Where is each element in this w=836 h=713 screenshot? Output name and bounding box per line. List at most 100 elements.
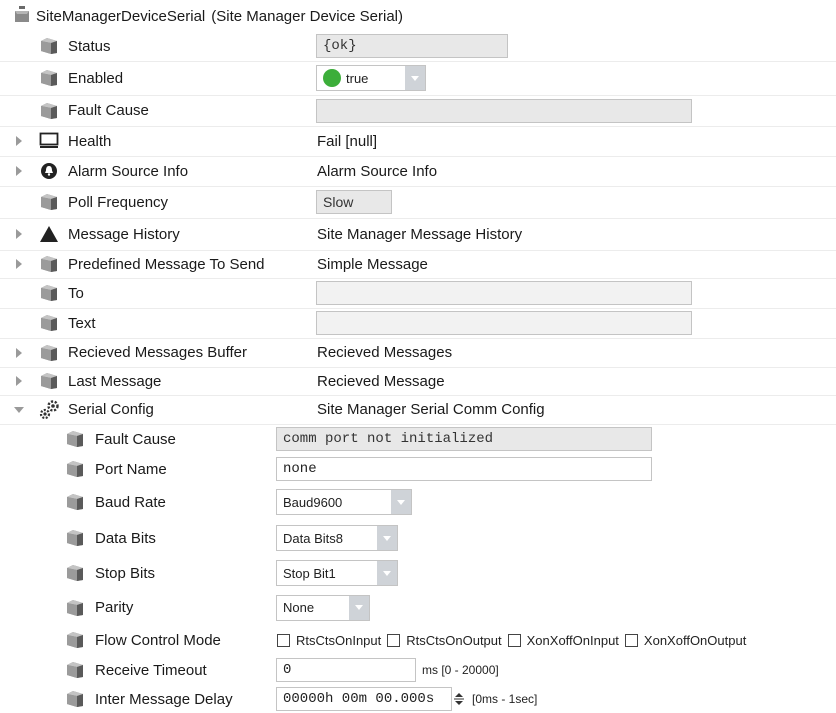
property-row-last-message: Last Message Recieved Message xyxy=(0,367,836,396)
slot-cube-icon xyxy=(64,598,86,618)
device-icon xyxy=(14,5,30,27)
slot-cube-icon xyxy=(64,630,86,650)
poll-frequency-label: Poll Frequency xyxy=(68,193,169,211)
serial-config-label: Serial Config xyxy=(68,401,154,418)
status-label: Status xyxy=(68,37,111,55)
collapse-arrow-icon[interactable] xyxy=(14,404,24,416)
chevron-down-icon[interactable] xyxy=(405,66,425,90)
property-row-alarm-source-info: Alarm Source Info Alarm Source Info xyxy=(0,156,836,187)
status-value: {ok} xyxy=(316,34,508,58)
rtscts-on-output-checkbox[interactable] xyxy=(387,633,401,647)
enabled-select[interactable]: true xyxy=(316,65,426,91)
slot-cube-icon xyxy=(38,254,60,274)
inter-message-delay-label: Inter Message Delay xyxy=(95,690,233,708)
serial-config-value: Site Manager Serial Comm Config xyxy=(317,401,545,418)
chevron-down-icon[interactable] xyxy=(377,561,397,585)
receive-timeout-input[interactable]: 0 xyxy=(276,658,416,682)
inter-message-delay-input[interactable]: 00000h 00m 00.000s xyxy=(276,687,452,711)
health-label: Health xyxy=(68,132,112,150)
flow-control-checkboxes: RtsCtsOnInput RtsCtsOnOutput XonXoffOnIn… xyxy=(277,633,752,648)
receive-timeout-range: ms [0 - 20000] xyxy=(422,663,499,677)
baud-rate-select[interactable]: Baud9600 xyxy=(276,489,412,515)
data-bits-label: Data Bits xyxy=(95,529,156,547)
inter-message-delay-range: [0ms - 1sec] xyxy=(472,692,538,706)
status-dot-icon xyxy=(323,69,341,87)
serial-row-baud-rate: Baud Rate Baud9600 xyxy=(0,484,836,520)
property-row-enabled: Enabled true xyxy=(0,61,836,96)
text-label: Text xyxy=(68,314,96,332)
chevron-down-icon[interactable] xyxy=(391,490,411,514)
property-row-message-history: Message History Site Manager Message His… xyxy=(0,218,836,251)
slot-cube-icon xyxy=(38,36,60,56)
rtscts-on-input-checkbox[interactable] xyxy=(277,633,290,647)
fault-cause-value xyxy=(316,98,692,123)
property-row-serial-config: Serial Config Site Manager Serial Comm C… xyxy=(0,395,836,425)
gears-icon xyxy=(38,399,60,420)
xonxoff-on-input-label: XonXoffOnInput xyxy=(526,632,619,648)
poll-frequency-value: Slow xyxy=(316,190,392,214)
slot-cube-icon xyxy=(64,660,86,680)
property-row-poll-frequency: Poll Frequency Slow xyxy=(0,186,836,219)
monitor-icon xyxy=(38,131,60,151)
serial-row-port-name: Port Name none xyxy=(0,454,836,484)
health-value: Fail [null] xyxy=(317,132,378,150)
port-name-input[interactable]: none xyxy=(276,457,652,481)
port-name-label: Port Name xyxy=(95,460,167,478)
serial-fault-cause-value: comm port not initialized xyxy=(276,427,652,451)
property-row-text: Text xyxy=(0,308,836,339)
spinner-icon[interactable] xyxy=(453,691,465,707)
slot-cube-icon xyxy=(64,563,86,583)
chevron-down-icon[interactable] xyxy=(377,526,397,550)
slot-cube-icon xyxy=(38,101,60,121)
slot-cube-icon xyxy=(64,528,86,548)
text-input[interactable] xyxy=(316,311,692,335)
to-label: To xyxy=(68,284,84,302)
alarm-source-info-value: Alarm Source Info xyxy=(317,162,438,180)
xonxoff-on-output-checkbox[interactable] xyxy=(624,633,638,647)
expand-arrow-icon[interactable] xyxy=(14,165,24,177)
serial-row-stop-bits: Stop Bits Stop Bit1 xyxy=(0,556,836,590)
fault-cause-label: Fault Cause xyxy=(68,102,149,119)
received-buffer-value: Recieved Messages xyxy=(317,344,453,361)
expand-arrow-icon[interactable] xyxy=(14,347,24,359)
serial-row-flow-control: Flow Control Mode RtsCtsOnInput RtsCtsOn… xyxy=(0,625,836,655)
slot-cube-icon xyxy=(64,429,86,449)
slot-cube-icon xyxy=(64,492,86,512)
slot-cube-icon xyxy=(38,283,60,303)
parity-select[interactable]: None xyxy=(276,594,370,621)
rtscts-on-output-label: RtsCtsOnOutput xyxy=(406,632,502,648)
message-history-label: Message History xyxy=(68,225,180,243)
property-row-health: Health Fail [null] xyxy=(0,126,836,157)
to-input[interactable] xyxy=(316,281,692,305)
xonxoff-on-output-label: XonXoffOnOutput xyxy=(643,632,747,648)
rtscts-on-input-label: RtsCtsOnInput xyxy=(296,632,382,648)
last-message-label: Last Message xyxy=(68,372,162,390)
property-row-received-buffer: Recieved Messages Buffer Recieved Messag… xyxy=(0,338,836,368)
expand-arrow-icon[interactable] xyxy=(14,228,24,240)
last-message-value: Recieved Message xyxy=(317,372,445,390)
baud-rate-label: Baud Rate xyxy=(95,493,166,511)
slot-cube-icon xyxy=(38,343,60,363)
message-history-value: Site Manager Message History xyxy=(317,225,523,243)
chevron-down-icon[interactable] xyxy=(349,595,369,620)
expand-arrow-icon[interactable] xyxy=(14,258,24,270)
warning-triangle-icon xyxy=(38,224,60,244)
slot-cube-icon xyxy=(64,689,86,709)
expand-arrow-icon[interactable] xyxy=(14,375,24,387)
serial-fault-cause-label: Fault Cause xyxy=(95,430,176,448)
data-bits-select[interactable]: Data Bits8 xyxy=(276,525,398,551)
expand-arrow-icon[interactable] xyxy=(14,135,24,147)
flow-control-label: Flow Control Mode xyxy=(95,631,221,649)
stop-bits-select[interactable]: Stop Bit1 xyxy=(276,560,398,586)
serial-row-parity: Parity None xyxy=(0,590,836,625)
enabled-label: Enabled xyxy=(68,69,124,87)
serial-row-receive-timeout: Receive Timeout 0 ms [0 - 20000] xyxy=(0,655,836,685)
slot-cube-icon xyxy=(38,371,60,391)
slot-cube-icon xyxy=(38,313,60,333)
property-row-to: To xyxy=(0,278,836,309)
stop-bits-label: Stop Bits xyxy=(95,564,156,582)
component-display-name: (Site Manager Device Serial) xyxy=(211,7,403,25)
xonxoff-on-input-checkbox[interactable] xyxy=(507,633,521,647)
component-header: SiteManagerDeviceSerial (Site Manager De… xyxy=(14,4,403,28)
parity-label: Parity xyxy=(95,599,134,616)
